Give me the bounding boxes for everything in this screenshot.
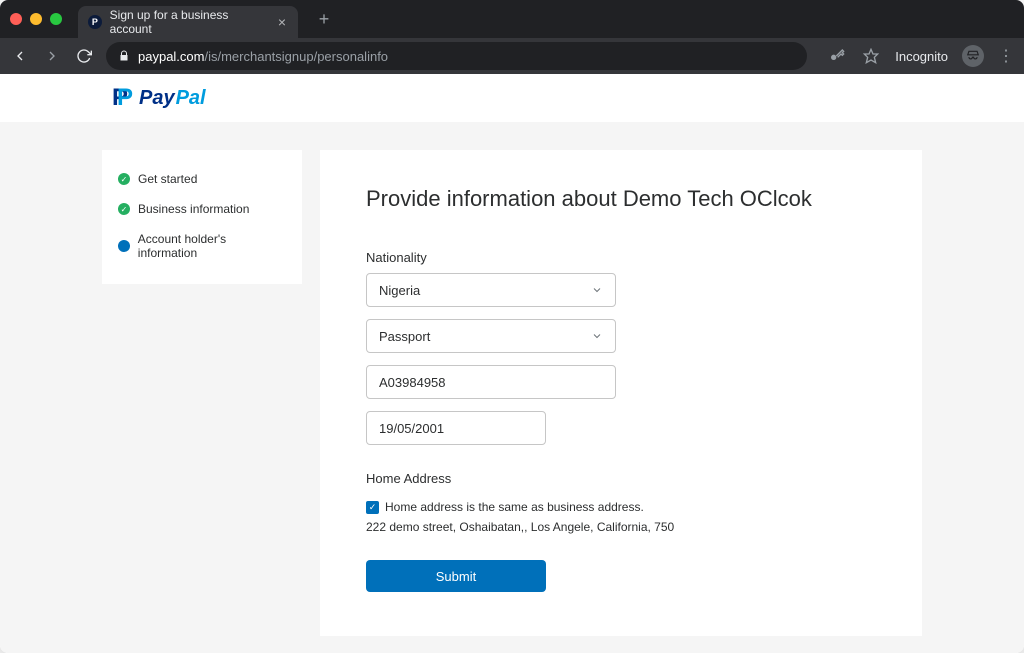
logo-pay: Pay [139,87,175,110]
same-address-label: Home address is the same as business add… [385,500,644,514]
browser-right-controls: Incognito ⋮ [827,45,1014,67]
page-viewport: PayPal ✓ Get started ✓ Business informat… [0,74,1024,653]
chevron-down-icon [591,330,603,342]
incognito-label: Incognito [895,49,948,64]
key-icon[interactable] [827,46,847,66]
lock-icon [118,50,130,62]
bookmark-star-icon[interactable] [861,46,881,66]
check-circle-icon: ✓ [118,173,130,185]
site-header: PayPal [0,74,1024,122]
submit-button[interactable]: Submit [366,560,546,592]
chevron-down-icon [591,284,603,296]
forward-button[interactable] [42,46,62,66]
url-text: paypal.com/is/merchantsignup/personalinf… [138,49,388,64]
form-card: Provide information about Demo Tech OClc… [320,150,922,636]
id-number-value: A03984958 [379,375,446,390]
check-circle-icon: ✓ [118,203,130,215]
step-label: Business information [138,202,249,216]
browser-address-bar: paypal.com/is/merchantsignup/personalinf… [0,38,1024,74]
id-type-select[interactable]: Passport [366,319,616,353]
reload-button[interactable] [74,46,94,66]
dob-value: 19/05/2001 [379,421,444,436]
tab-title: Sign up for a business account [110,8,270,36]
logo-pal: Pal [176,87,206,110]
same-address-checkbox-row[interactable]: ✓ Home address is the same as business a… [366,500,876,514]
page-body: ✓ Get started ✓ Business information Acc… [0,122,1024,653]
current-step-dot-icon [118,240,130,252]
id-type-value: Passport [379,329,430,344]
browser-menu-button[interactable]: ⋮ [998,46,1014,66]
step-get-started[interactable]: ✓ Get started [118,164,286,194]
window-controls [10,13,62,25]
window-zoom-button[interactable] [50,13,62,25]
window-close-button[interactable] [10,13,22,25]
browser-window: P Sign up for a business account × + pay… [0,0,1024,653]
tab-favicon-icon: P [88,15,102,29]
address-preview: 222 demo street, Oshaibatan,, Los Angele… [366,520,876,534]
new-tab-button[interactable]: + [310,5,338,33]
back-button[interactable] [10,46,30,66]
step-business-information[interactable]: ✓ Business information [118,194,286,224]
window-minimize-button[interactable] [30,13,42,25]
step-label: Account holder's information [138,232,286,260]
browser-tab-bar: P Sign up for a business account × + [0,0,1024,38]
url-input[interactable]: paypal.com/is/merchantsignup/personalinf… [106,42,807,70]
nationality-select[interactable]: Nigeria [366,273,616,307]
step-label: Get started [138,172,197,186]
paypal-mark-icon [112,86,134,110]
steps-sidebar: ✓ Get started ✓ Business information Acc… [102,150,302,284]
step-account-holder-information[interactable]: Account holder's information [118,224,286,268]
date-of-birth-input[interactable]: 19/05/2001 [366,411,546,445]
close-icon[interactable]: × [278,15,286,29]
nationality-value: Nigeria [379,283,420,298]
paypal-logo[interactable]: PayPal [112,86,922,110]
url-path: /is/merchantsignup/personalinfo [204,49,388,64]
home-address-label: Home Address [366,471,876,486]
id-number-input[interactable]: A03984958 [366,365,616,399]
url-domain: paypal.com [138,49,204,64]
checkbox-checked-icon[interactable]: ✓ [366,501,379,514]
browser-tab[interactable]: P Sign up for a business account × [78,6,298,38]
page-title: Provide information about Demo Tech OClc… [366,186,876,212]
incognito-icon[interactable] [962,45,984,67]
nationality-label: Nationality [366,250,876,265]
